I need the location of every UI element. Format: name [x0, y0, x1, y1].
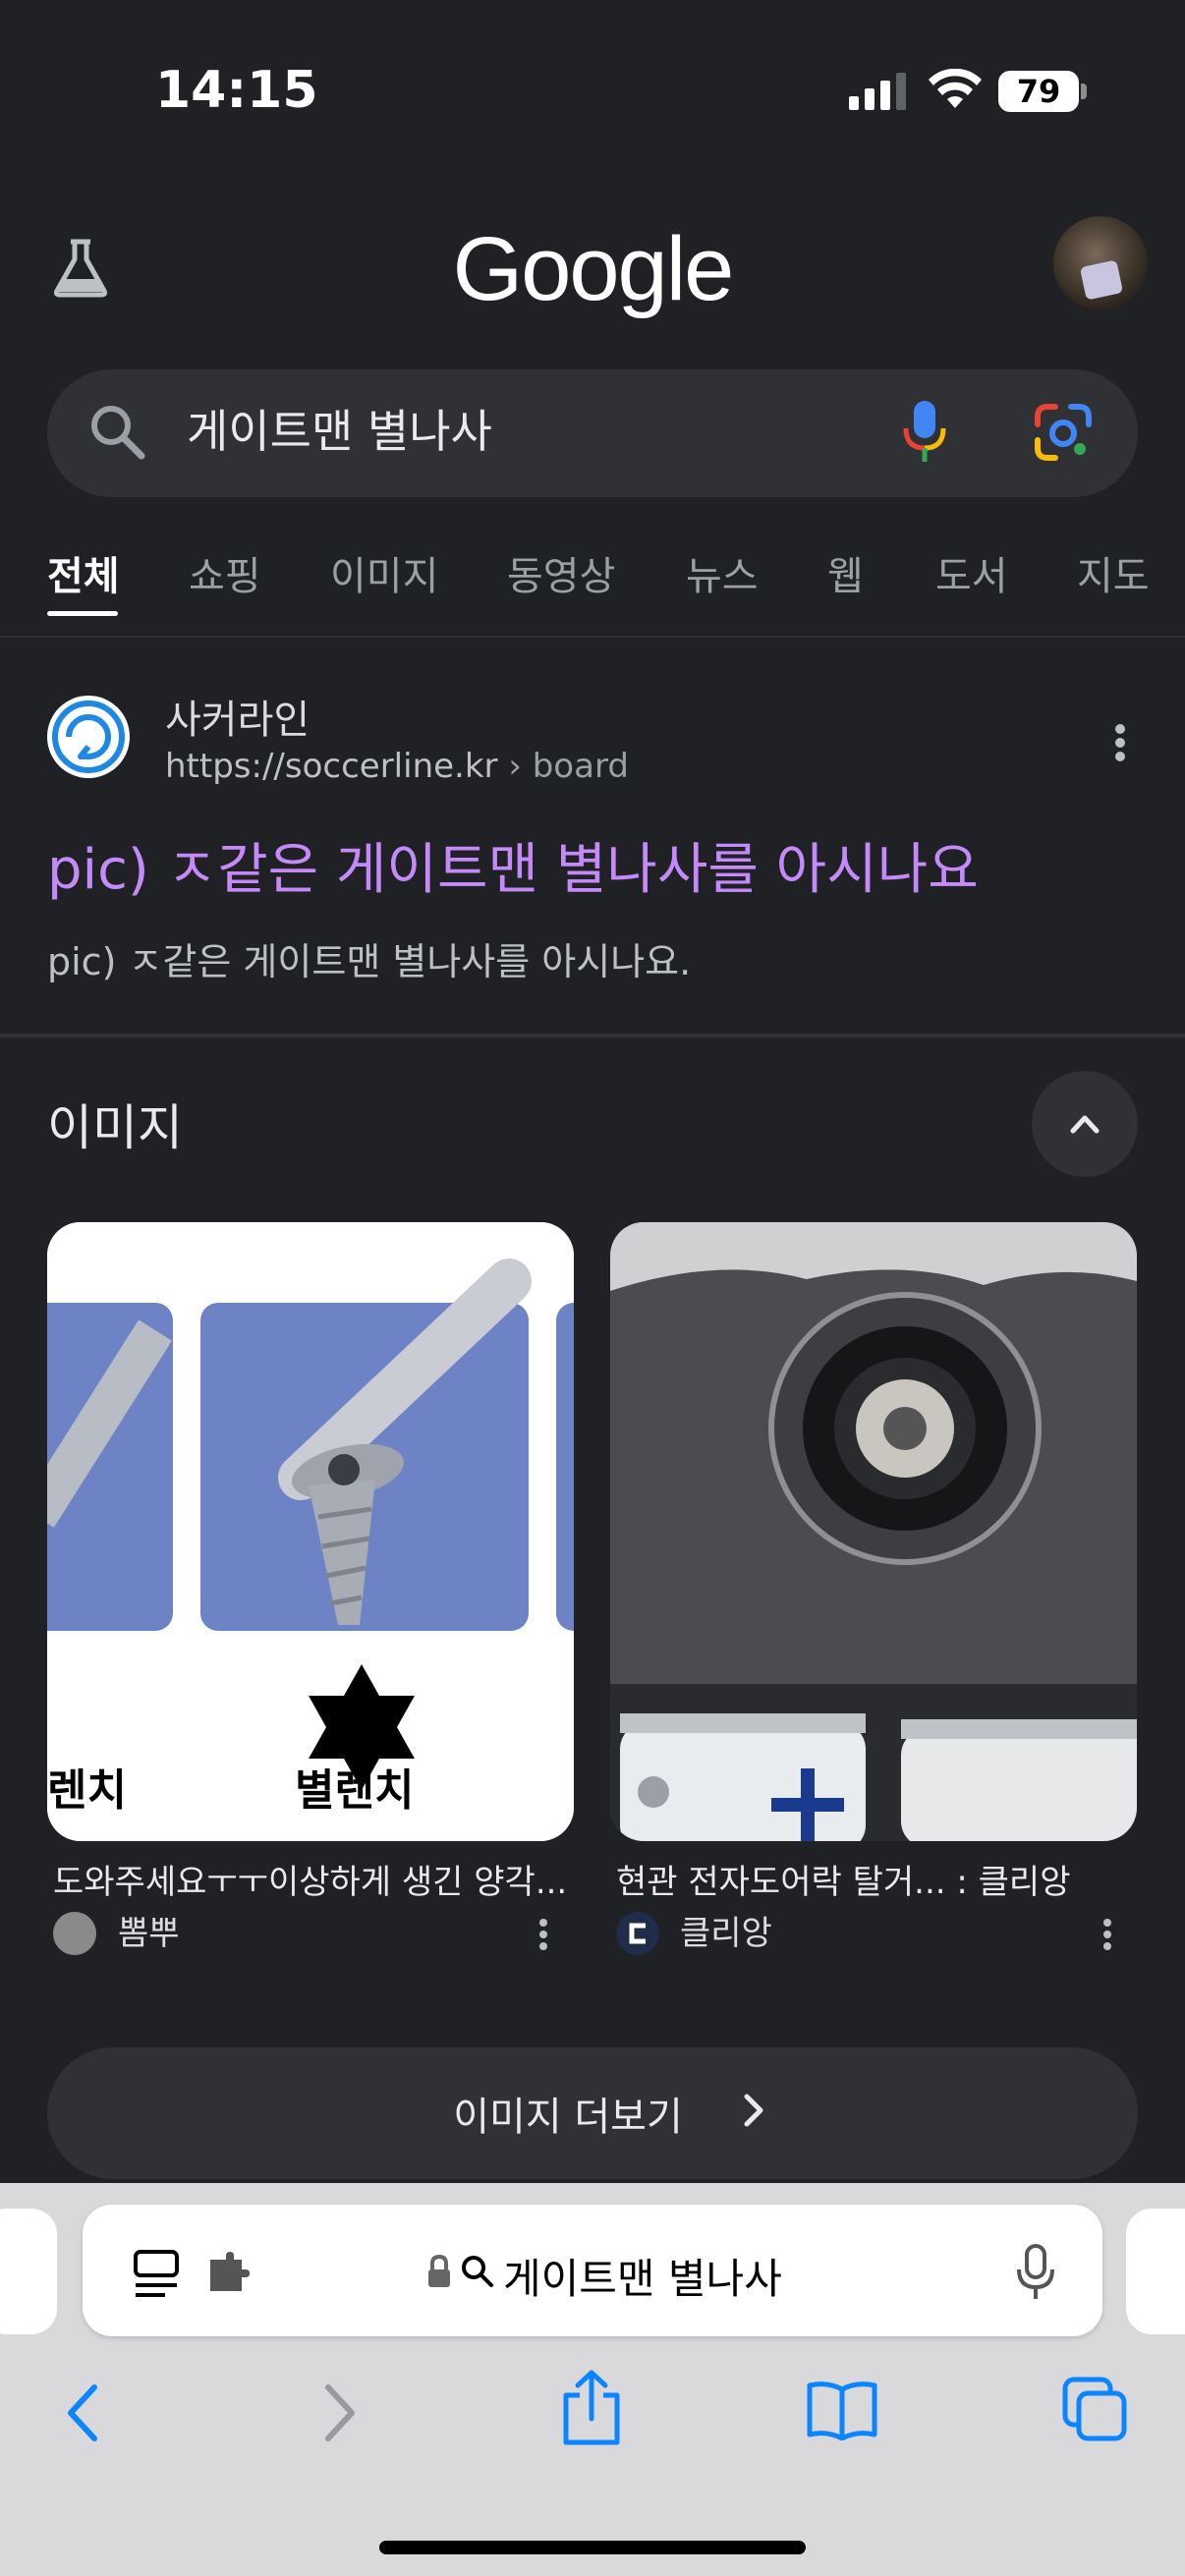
tab-shopping[interactable]: 쇼핑: [189, 544, 261, 601]
previous-tab-preview[interactable]: [0, 2209, 57, 2334]
image-caption[interactable]: 도와주세요ㅜㅜ이상하게 생긴 양각...: [53, 1855, 567, 1903]
extension-icon[interactable]: [208, 2252, 255, 2299]
tabs-overview-icon[interactable]: [1061, 2376, 1130, 2448]
home-indicator[interactable]: [379, 2541, 806, 2554]
image-label-star-wrench: 별렌치: [295, 1765, 415, 1816]
active-tab-indicator: [47, 611, 118, 616]
search-icon: [88, 403, 145, 464]
tab-maps[interactable]: 지도: [1077, 544, 1150, 601]
clien-favicon: [616, 1912, 659, 1955]
image-source: 클리앙: [680, 1914, 772, 1953]
wifi-icon: [928, 68, 983, 114]
tab-images[interactable]: 이미지: [330, 544, 438, 601]
search-query[interactable]: 게이트맨 별나사: [187, 399, 492, 464]
google-lens-icon[interactable]: [1034, 403, 1093, 466]
chevron-up-icon: [1070, 1115, 1100, 1134]
share-icon[interactable]: [560, 2370, 623, 2452]
image-more-options-icon[interactable]: [538, 1918, 548, 1955]
more-images-button[interactable]: 이미지 더보기: [47, 2047, 1138, 2179]
result-url[interactable]: https://soccerline.kr › board: [165, 747, 629, 786]
more-images-label: 이미지 더보기: [453, 2095, 683, 2140]
collapse-images-button[interactable]: [1032, 1071, 1138, 1177]
cellular-signal-icon: [849, 73, 910, 114]
image-label-wrench: 렌치: [47, 1765, 127, 1816]
tab-news[interactable]: 뉴스: [686, 544, 759, 601]
tab-videos[interactable]: 동영상: [507, 544, 615, 601]
voice-search-icon[interactable]: [902, 401, 947, 468]
tab-all[interactable]: 전체: [47, 544, 120, 601]
result-url-path: › board: [497, 747, 629, 786]
site-favicon[interactable]: [47, 696, 130, 778]
image-caption[interactable]: 현관 전자도어락 탈거... : 클리앙: [616, 1855, 1070, 1903]
tab-books[interactable]: 도서: [935, 544, 1008, 601]
result-snippet: pic) ㅈ같은 게이트맨 별나사를 아시나요.: [47, 940, 692, 983]
battery-tip: [1081, 84, 1087, 99]
result-site-name[interactable]: 사커라인: [165, 688, 310, 745]
tab-web[interactable]: 웹: [827, 544, 864, 601]
result-title-link[interactable]: pic) ㅈ같은 게이트맨 별나사를 아시나요: [47, 825, 979, 905]
next-tab-preview[interactable]: [1126, 2209, 1185, 2334]
image-result-thumbnail[interactable]: [610, 1222, 1137, 1841]
image-more-options-icon[interactable]: [1102, 1918, 1112, 1955]
chevron-right-icon: [741, 2091, 766, 2134]
image-result-thumbnail[interactable]: [47, 1222, 574, 1841]
avatar-photo-detail: [1079, 259, 1124, 301]
back-icon[interactable]: [63, 2381, 102, 2448]
tabs-divider: [0, 636, 1185, 638]
page-menu-icon[interactable]: [132, 2248, 181, 2303]
image-source: 뽐뿌: [118, 1914, 180, 1953]
google-logo: Google: [452, 219, 735, 319]
address-text[interactable]: 게이트맨 별나사: [503, 2246, 782, 2306]
forward-icon[interactable]: [320, 2381, 360, 2448]
ppomppu-favicon: [53, 1912, 96, 1955]
result-url-domain: https://soccerline.kr: [165, 747, 498, 786]
bookmarks-icon[interactable]: [806, 2380, 878, 2444]
microphone-icon[interactable]: [1016, 2244, 1055, 2307]
images-section-heading: 이미지: [47, 1099, 183, 1156]
status-time: 14:15: [155, 61, 318, 120]
result-more-options-icon[interactable]: [1114, 723, 1126, 766]
search-tabs: 전체 쇼핑 이미지 동영상 뉴스 웹 도서 지도: [47, 544, 1185, 623]
search-icon: [460, 2254, 495, 2293]
battery-level: 79: [998, 71, 1079, 112]
lock-icon: [426, 2254, 452, 2293]
section-divider: [0, 1034, 1185, 1037]
account-avatar[interactable]: [1053, 216, 1148, 310]
